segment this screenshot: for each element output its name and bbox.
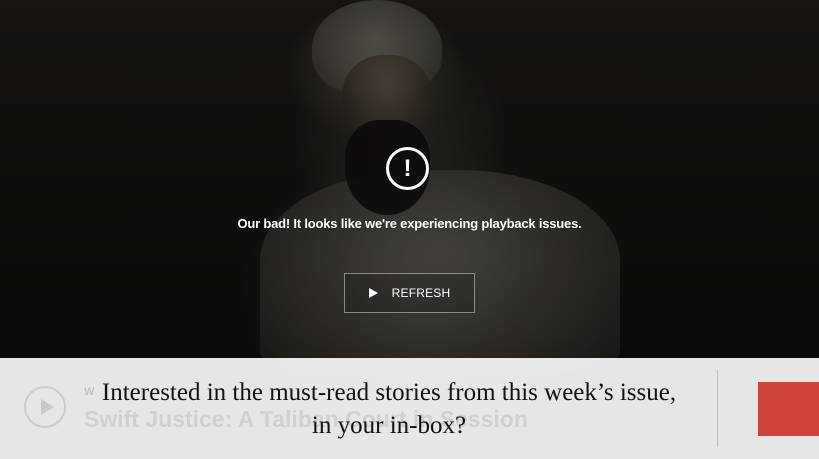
refresh-button[interactable]: REFRESH <box>344 273 475 313</box>
playback-error-message: Our bad! It looks like we're experiencin… <box>237 216 582 231</box>
refresh-label: REFRESH <box>391 286 451 300</box>
video-play-icon[interactable] <box>24 386 66 428</box>
newsletter-signup-button[interactable] <box>758 382 819 436</box>
newsletter-prompt: Interested in the must-read stories from… <box>101 379 677 439</box>
newsletter-banner: W Swift Justice: A Taliban Court in Sess… <box>0 358 819 459</box>
play-icon <box>368 288 378 298</box>
video-player: ! Our bad! It looks like we're experienc… <box>0 0 819 459</box>
exclamation-circle-icon: ! <box>386 147 429 190</box>
banner-divider <box>717 370 718 447</box>
